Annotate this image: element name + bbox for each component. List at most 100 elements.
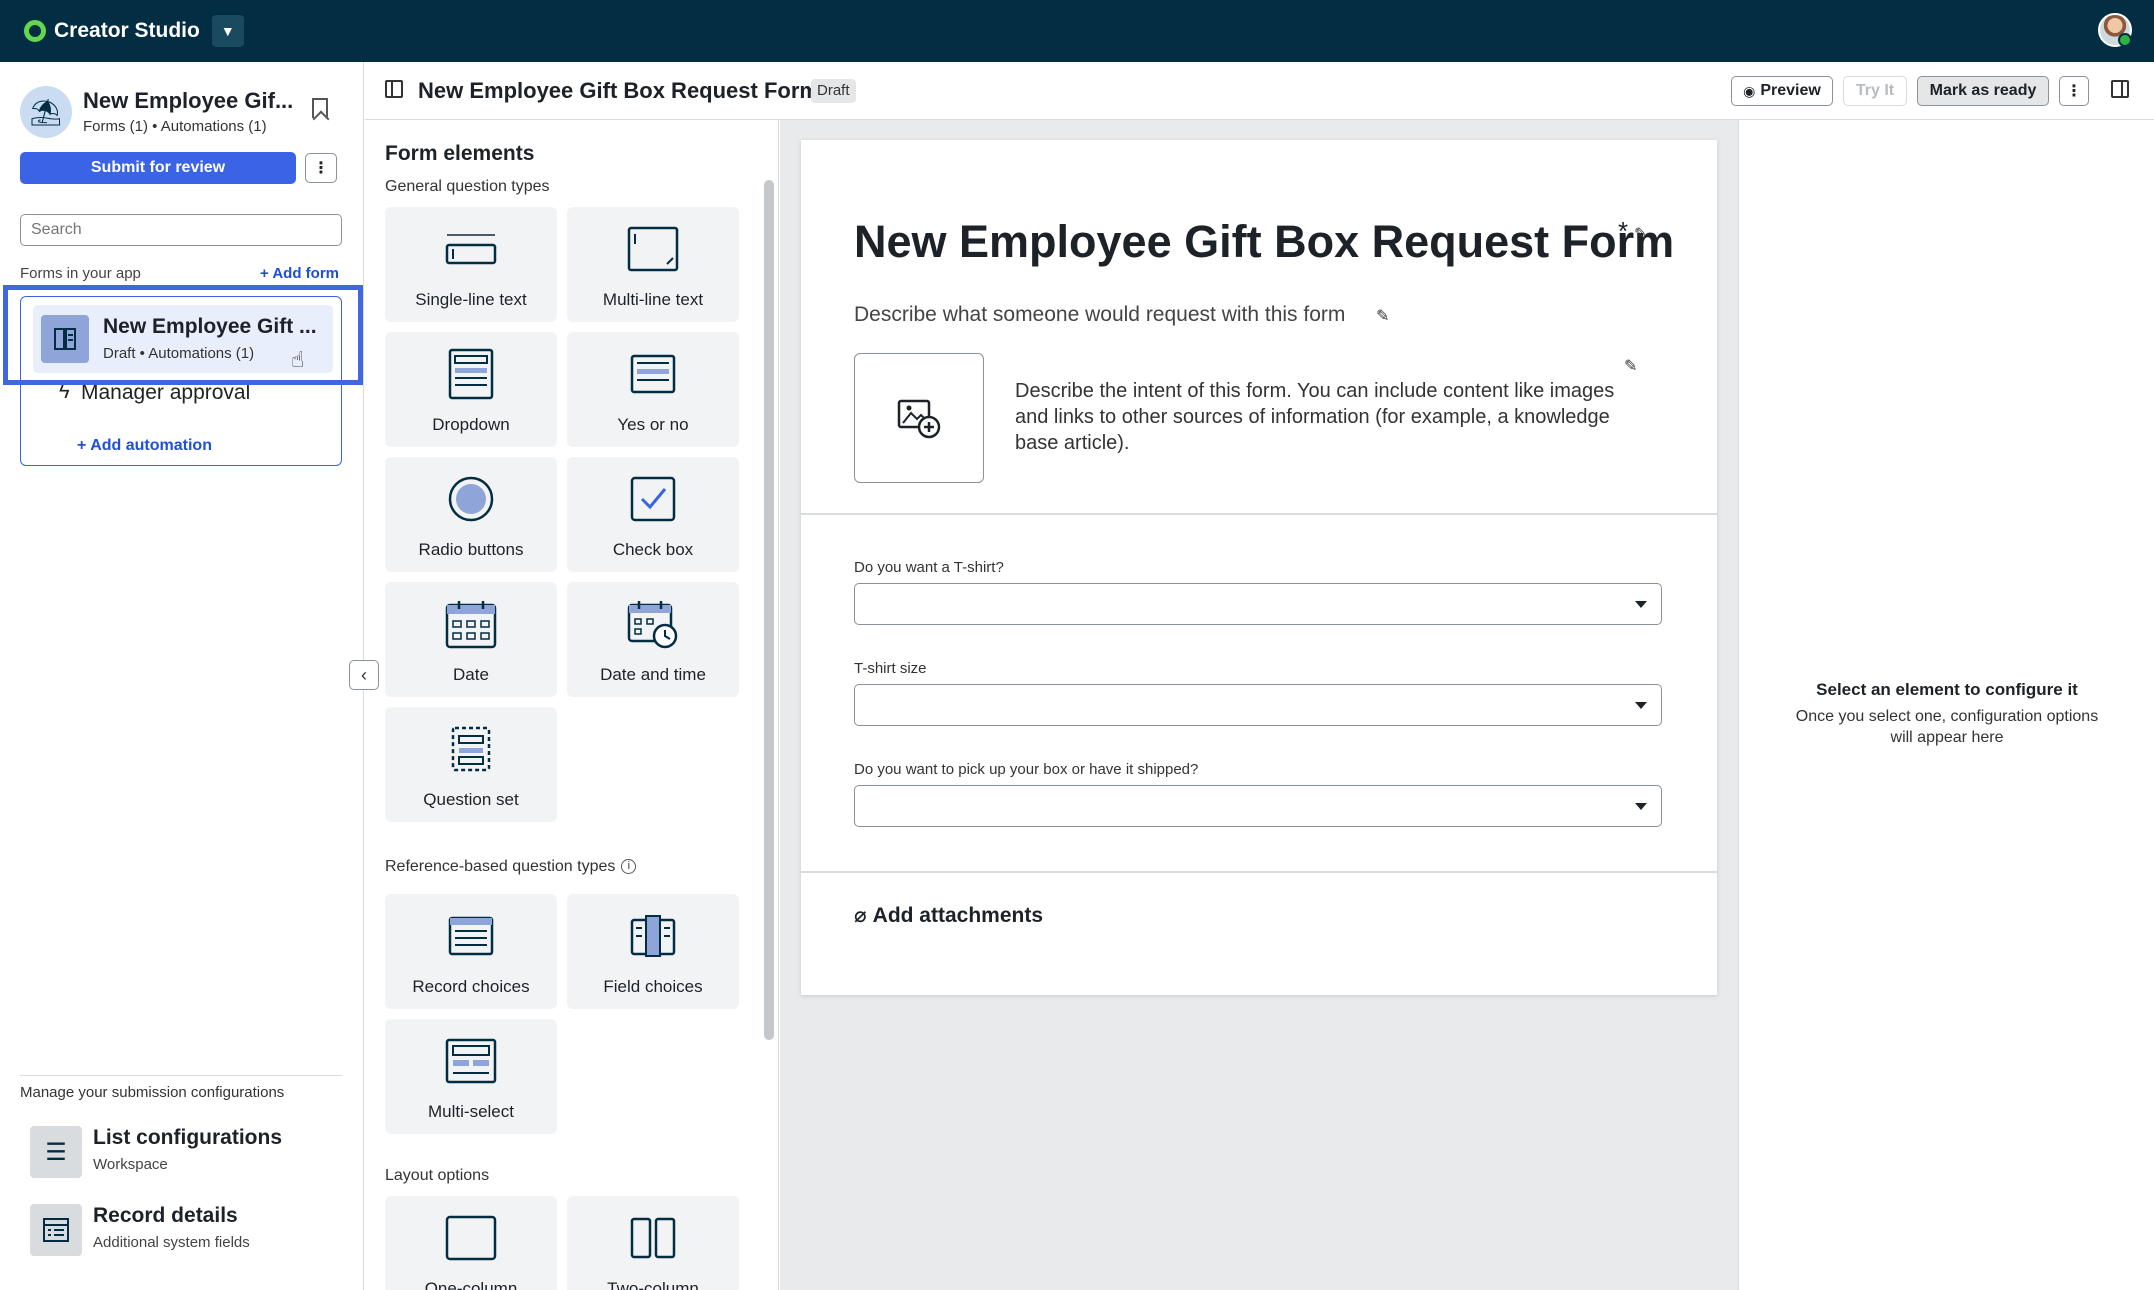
add-automation-link[interactable]: + Add automation (77, 437, 212, 455)
submit-for-review-button[interactable]: Submit for review (20, 152, 296, 184)
form-canvas: New Employee Gift Box Request Form * ✎ D… (780, 120, 1738, 1290)
required-mark: * (1618, 216, 1629, 246)
chevron-down-icon (1635, 803, 1647, 810)
form-title[interactable]: New Employee Gift Box Request Form (854, 216, 1674, 268)
form-intent-text[interactable]: Describe the intent of this form. You ca… (1015, 378, 1625, 456)
preview-label: Preview (1760, 82, 1821, 99)
form-description[interactable]: Describe what someone would request with… (854, 303, 1345, 327)
config-subtitle: Additional system fields (93, 1234, 250, 1251)
tile-field-choices[interactable]: Field choices (567, 894, 739, 1009)
preview-button[interactable]: ◉ Preview (1731, 76, 1833, 106)
add-form-link[interactable]: + Add form (260, 265, 339, 282)
bookmark-icon[interactable] (312, 98, 328, 118)
beach-umbrella-icon: ⛱ (20, 86, 72, 138)
tile-dropdown[interactable]: Dropdown (385, 332, 557, 447)
tile-label: Dropdown (432, 415, 510, 434)
tile-one-column[interactable]: One-column (385, 1196, 557, 1290)
tile-multi-select[interactable]: Multi-select (385, 1019, 557, 1134)
tile-label: Question set (423, 790, 519, 809)
tile-label: Radio buttons (418, 540, 524, 559)
editor-header: New Employee Gift Box Request Form Draft… (365, 62, 2154, 120)
selection-highlight (3, 285, 363, 385)
user-avatar[interactable] (2098, 13, 2132, 47)
calendar-clock-icon (627, 600, 679, 649)
chevron-down-icon (1635, 702, 1647, 709)
brand-logo-icon (24, 20, 46, 42)
brand-dropdown-button[interactable]: ▼ (211, 15, 244, 47)
config-title: Record details (93, 1204, 238, 1227)
reference-section-label: Reference-based question types i (385, 858, 637, 876)
tile-label: Yes or no (617, 415, 689, 434)
edit-intent-pencil-icon[interactable]: ✎ (1624, 356, 1637, 376)
eye-icon: ◉ (1743, 82, 1756, 99)
checkbox-icon (627, 475, 679, 523)
tile-check-box[interactable]: Check box (567, 457, 739, 572)
multi-select-icon (445, 1037, 497, 1085)
tile-label: One-column (424, 1279, 518, 1290)
panel-title: Form elements (385, 142, 535, 165)
tile-radio-buttons[interactable]: Radio buttons (385, 457, 557, 572)
tile-yes-or-no[interactable]: Yes or no (567, 332, 739, 447)
tile-date[interactable]: Date (385, 582, 557, 697)
toggle-right-panel-icon[interactable] (2111, 80, 2129, 98)
tile-label: Check box (612, 540, 694, 559)
edit-title-pencil-icon[interactable]: ✎ (1634, 224, 1647, 244)
record-details-item[interactable]: Record details Additional system fields (30, 1200, 350, 1260)
search-input[interactable] (20, 214, 342, 246)
tile-label: Multi-select (428, 1102, 514, 1121)
configuration-panel: Select an element to configure it Once y… (1738, 120, 2154, 1290)
top-bar: Creator Studio ▼ (0, 0, 2154, 62)
config-empty-description: Once you select one, configuration optio… (1795, 708, 2099, 746)
divider (20, 1075, 342, 1076)
forms-section-label: Forms in your app (20, 265, 141, 282)
add-attachments-button[interactable]: ⌀ Add attachments (854, 903, 1043, 928)
one-column-icon (445, 1214, 497, 1262)
single-line-text-icon (445, 225, 497, 273)
tile-record-choices[interactable]: Record choices (385, 894, 557, 1009)
two-column-icon (627, 1214, 679, 1262)
try-it-button[interactable]: Try It (1843, 76, 1907, 106)
question-label: Do you want a T-shirt? (854, 559, 1004, 576)
list-icon: ☰ (30, 1126, 82, 1178)
tile-two-column[interactable]: Two-column (567, 1196, 739, 1290)
info-icon[interactable]: i (621, 859, 637, 875)
tile-question-set[interactable]: Question set (385, 707, 557, 822)
collapse-sidebar-button[interactable]: ‹ (349, 660, 379, 690)
brand[interactable]: Creator Studio ▼ (24, 15, 244, 47)
more-options-button[interactable]: ⋮ (2059, 76, 2089, 106)
app-subtitle: Forms (1) • Automations (1) (83, 118, 267, 135)
radio-icon (445, 475, 497, 523)
tile-multi-line-text[interactable]: Multi-line text (567, 207, 739, 322)
tile-label: Date (453, 665, 489, 684)
tshirt-size-dropdown[interactable] (854, 684, 1662, 726)
question-set-icon (445, 725, 497, 773)
toggle-left-panel-icon[interactable] (385, 80, 403, 98)
question-label: T-shirt size (854, 660, 927, 677)
yes-no-icon (627, 350, 679, 398)
form-elements-panel: Form elements General question types Sin… (365, 120, 779, 1290)
tile-label: Two-column (607, 1279, 699, 1290)
layout-section-label: Layout options (385, 1167, 490, 1184)
tile-label: Field choices (603, 977, 703, 996)
list-configurations-item[interactable]: ☰ List configurations Workspace (30, 1122, 350, 1182)
chevron-down-icon (1635, 601, 1647, 608)
tile-label: Date and time (600, 665, 706, 684)
add-image-button[interactable] (854, 353, 984, 483)
tile-single-line-text[interactable]: Single-line text (385, 207, 557, 322)
app-more-button[interactable]: ⋮ (305, 153, 337, 183)
brand-name: Creator Studio (54, 19, 200, 42)
general-section-label: General question types (385, 178, 550, 195)
pickup-shipping-dropdown[interactable] (854, 785, 1662, 827)
config-subtitle: Workspace (93, 1156, 168, 1173)
tile-date-and-time[interactable]: Date and time (567, 582, 739, 697)
dropdown-icon (445, 348, 497, 400)
form-preview: New Employee Gift Box Request Form * ✎ D… (801, 140, 1717, 995)
edit-description-pencil-icon[interactable]: ✎ (1376, 306, 1389, 326)
tile-label: Multi-line text (602, 290, 704, 309)
app-header: ⛱ New Employee Gif... Forms (1) • Automa… (20, 84, 350, 140)
elements-scrollbar[interactable] (764, 180, 774, 1040)
tshirt-dropdown[interactable] (854, 583, 1662, 625)
config-title: List configurations (93, 1126, 282, 1149)
mark-as-ready-button[interactable]: Mark as ready (1917, 76, 2049, 106)
record-details-icon (30, 1204, 82, 1256)
